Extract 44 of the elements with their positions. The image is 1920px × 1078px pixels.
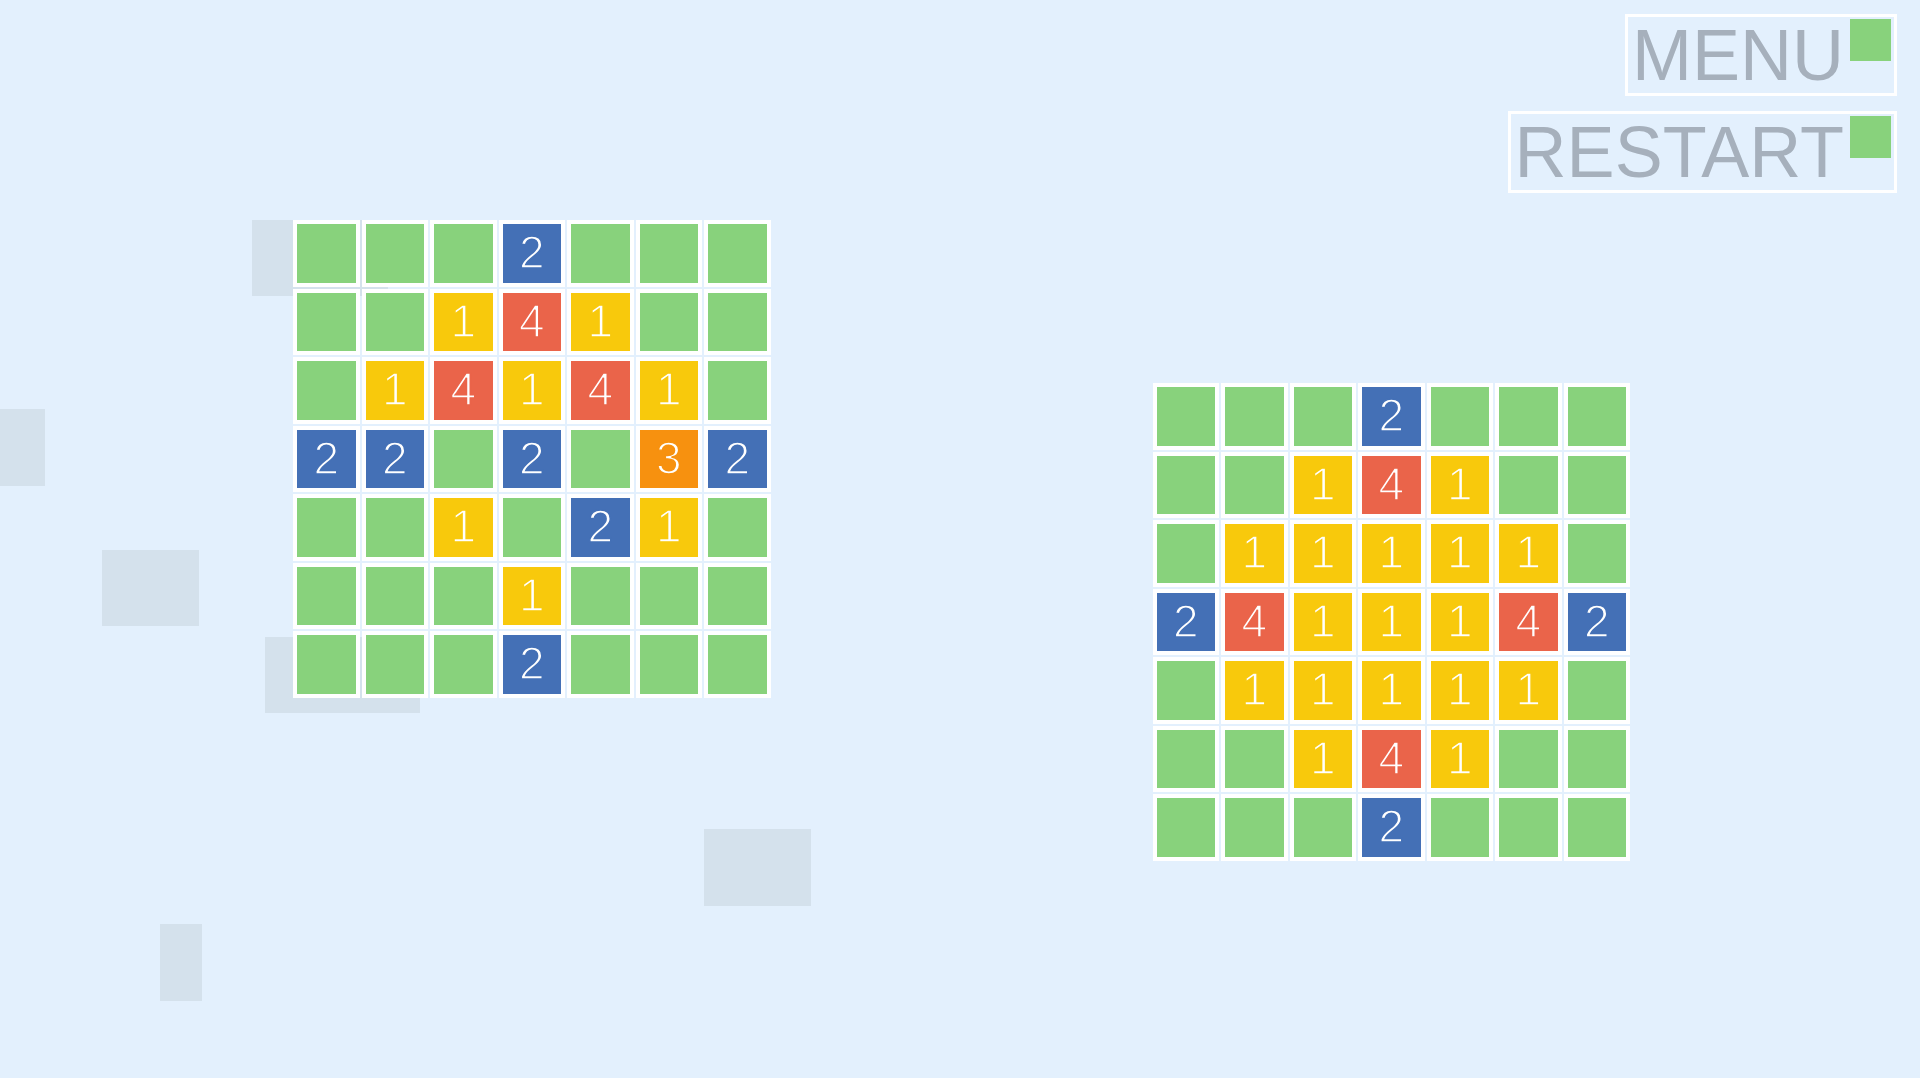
game-tile[interactable] — [293, 494, 360, 561]
target-tile: 1 — [1358, 588, 1425, 655]
game-tile[interactable] — [293, 562, 360, 629]
game-tile[interactable] — [704, 631, 771, 698]
game-tile[interactable] — [361, 494, 428, 561]
game-tile[interactable] — [635, 220, 702, 287]
game-tile[interactable] — [293, 288, 360, 355]
square-icon — [1850, 19, 1891, 61]
game-tile[interactable] — [293, 220, 360, 287]
game-tile[interactable] — [293, 357, 360, 424]
game-tile[interactable] — [567, 631, 634, 698]
target-tile: 1 — [1221, 520, 1288, 587]
game-tile[interactable] — [567, 425, 634, 492]
game-tile[interactable] — [430, 220, 497, 287]
game-tile[interactable] — [704, 220, 771, 287]
game-tile[interactable] — [430, 631, 497, 698]
game-tile[interactable] — [361, 631, 428, 698]
game-tile[interactable] — [704, 494, 771, 561]
game-tile[interactable] — [704, 562, 771, 629]
target-tile: 1 — [1495, 520, 1562, 587]
menu-button[interactable]: MENU — [1625, 14, 1897, 96]
square-icon — [1850, 116, 1891, 158]
game-tile[interactable] — [635, 562, 702, 629]
game-tile[interactable] — [635, 288, 702, 355]
game-tile[interactable] — [361, 220, 428, 287]
target-tile: 1 — [1358, 520, 1425, 587]
target-tile: 1 — [1358, 657, 1425, 724]
game-tile[interactable] — [635, 631, 702, 698]
game-tile[interactable]: 1 — [430, 288, 497, 355]
target-tile: 1 — [1495, 657, 1562, 724]
target-tile: 1 — [1221, 657, 1288, 724]
game-tile[interactable] — [704, 357, 771, 424]
game-tile[interactable] — [430, 562, 497, 629]
game-tile[interactable] — [430, 425, 497, 492]
game-tile[interactable] — [567, 562, 634, 629]
game-tile[interactable]: 1 — [430, 494, 497, 561]
game-tile[interactable] — [498, 494, 565, 561]
game-tile[interactable] — [704, 288, 771, 355]
game-tile[interactable] — [567, 220, 634, 287]
game-tile[interactable] — [293, 631, 360, 698]
game-tile[interactable]: 1 — [567, 288, 634, 355]
restart-button[interactable]: RESTART — [1507, 111, 1897, 193]
game-tile[interactable] — [361, 288, 428, 355]
game-tile[interactable] — [361, 562, 428, 629]
